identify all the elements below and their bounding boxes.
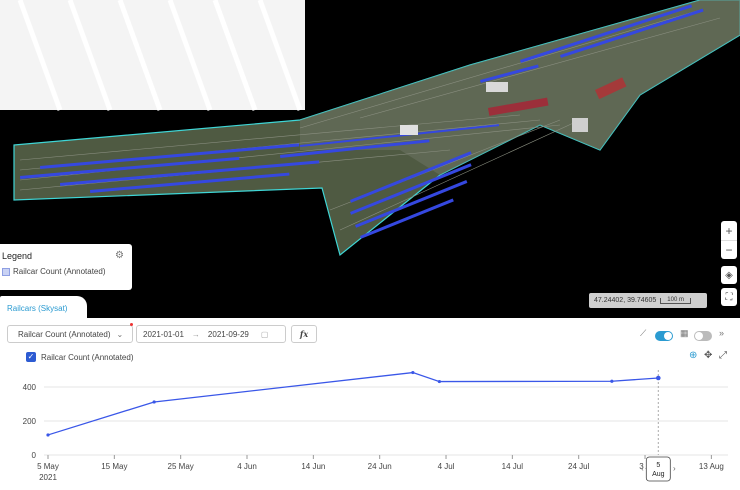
x-tick-label: 15 May (101, 462, 127, 471)
layers-button[interactable]: ◈ (721, 266, 737, 284)
y-tick-label: 200 (23, 417, 37, 426)
layers-icon: ◈ (725, 269, 733, 281)
x-tick-label: 24 Jun (368, 462, 392, 471)
railcar-count-chart: 0 200 400 5 May 2021 15 May 25 May 4 Jun 14 Jun 2… (23, 370, 728, 482)
data-point (655, 375, 661, 381)
y-tick-label: 400 (23, 383, 37, 392)
data-point (152, 400, 156, 404)
tooltip-prev-arrow: ‹ (641, 464, 644, 473)
legend-item: Railcar Count (Annotated) (2, 267, 132, 276)
x-tick-label: 4 Jun (237, 462, 257, 471)
tooltip-day: 5 (656, 462, 660, 469)
x-tick-label: 5 May (37, 462, 59, 471)
chart-panel: Railcar Count (Annotated) ⌄ 2021-01-01 →… (0, 318, 740, 490)
panel-tabbar: Railcars (Skysat) (0, 296, 740, 320)
x-tick-label: 13 Aug (699, 462, 724, 471)
zoom-in-button[interactable]: + (721, 221, 737, 240)
legend-swatch (2, 267, 10, 276)
data-point (411, 370, 415, 375)
data-point (46, 433, 50, 437)
map-view[interactable]: Legend ⚙ Railcar Count (Annotated) + − ◈… (0, 0, 740, 318)
tab-railcars-skysat[interactable]: Railcars (Skysat) (0, 296, 88, 320)
legend-item-label: Railcar Count (Annotated) (13, 267, 106, 276)
x-tick-label: 14 Jul (502, 462, 524, 471)
x-tick-label: 24 Jul (568, 462, 590, 471)
tooltip-month: Aug (652, 471, 665, 478)
x-tick-label: 25 May (168, 462, 194, 471)
date-tooltip: 5 Aug ‹ › (641, 456, 676, 482)
y-tick-label: 0 (32, 451, 37, 460)
data-point (437, 379, 441, 384)
x-tick-label: 14 Jun (301, 462, 325, 471)
zoom-control: + − (721, 221, 737, 259)
map-legend: Legend ⚙ Railcar Count (Annotated) (0, 244, 132, 290)
zoom-out-button[interactable]: − (721, 240, 737, 259)
x-tick-label: 4 Jul (438, 462, 455, 471)
data-point (610, 379, 614, 383)
x-tick-sublabel: 2021 (39, 473, 57, 482)
legend-title: Legend (2, 251, 33, 261)
series-line (47, 371, 659, 436)
gear-icon[interactable]: ⚙ (115, 250, 124, 261)
tooltip-next-arrow: › (673, 464, 676, 473)
